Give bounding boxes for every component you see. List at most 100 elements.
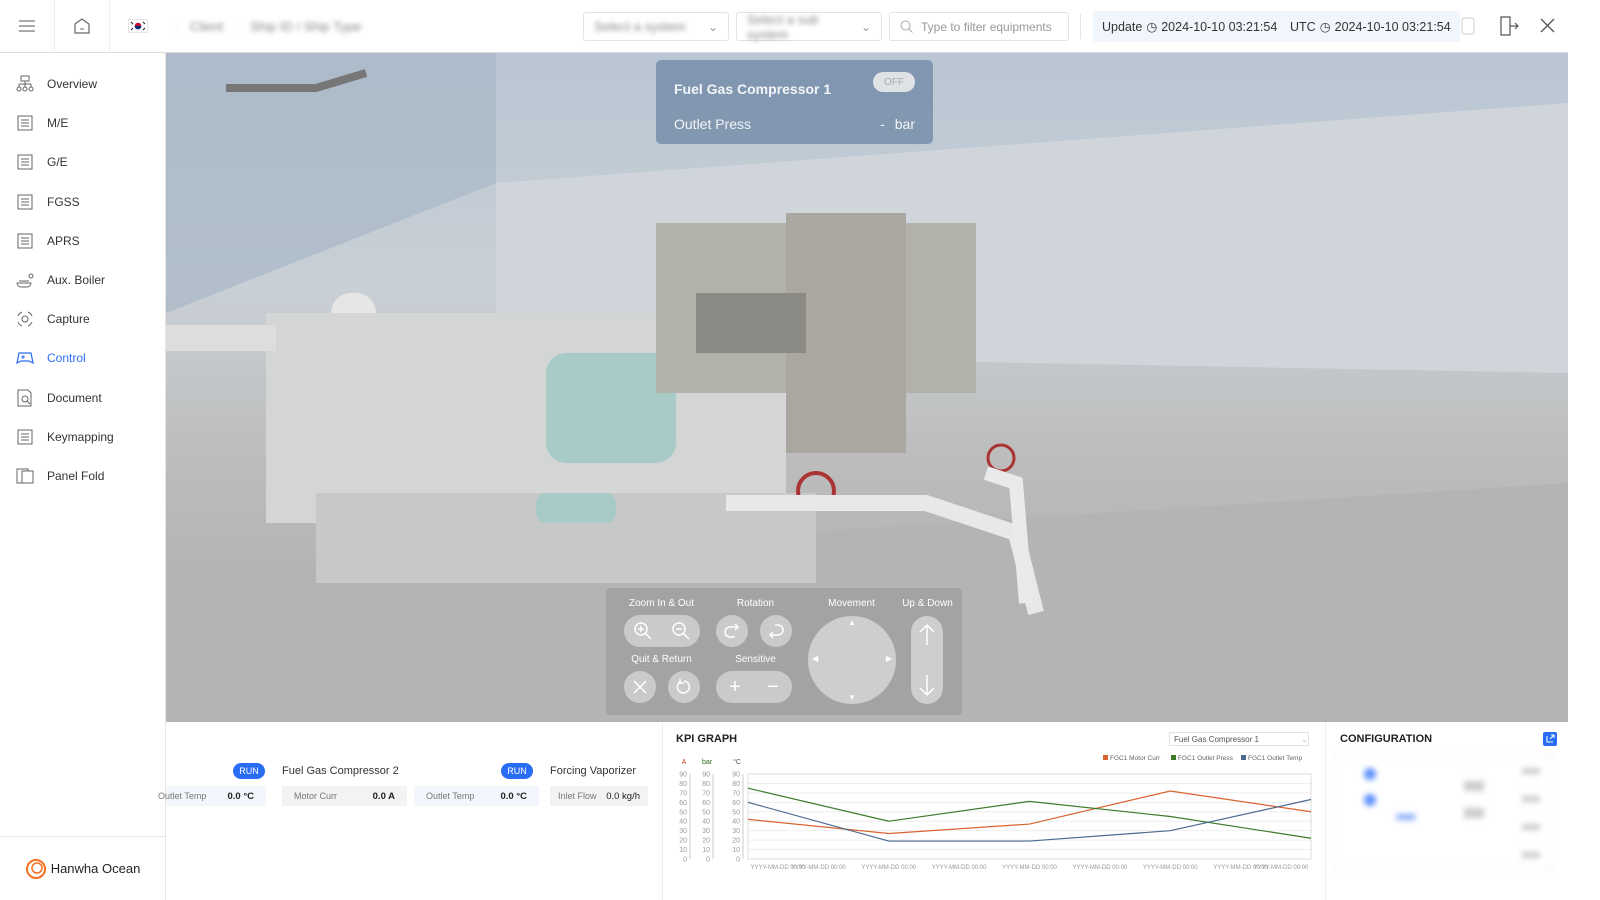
- sidebar-item-label: APRS: [47, 233, 80, 248]
- gamepad-icon: [16, 352, 34, 365]
- boiler-icon: [16, 273, 34, 288]
- param-value: 0.0 °C: [500, 790, 527, 802]
- sidebar-item-aprs[interactable]: APRS: [0, 226, 165, 256]
- close-icon[interactable]: [1540, 18, 1555, 33]
- y-tick-label: 10: [679, 847, 687, 854]
- sidebar-item-label: G/E: [47, 155, 68, 170]
- y-tick-label: 40: [702, 819, 710, 826]
- up-down-control[interactable]: [911, 616, 943, 704]
- home-button[interactable]: [55, 0, 110, 53]
- kpi-graph-title: KPI GRAPH: [676, 733, 738, 745]
- y-tick-label: 20: [732, 838, 740, 845]
- y-tick-label: 40: [679, 819, 687, 826]
- param-value: 0.0 A: [372, 790, 395, 802]
- y-tick-label: 70: [702, 790, 710, 797]
- return-button[interactable]: [668, 671, 700, 703]
- series-line-fgc1-outlet-temp: [747, 798, 1312, 842]
- clock-icon: ◷: [1146, 20, 1158, 34]
- utc-time: UTC ◷ 2024-10-10 03:21:54: [1281, 11, 1460, 42]
- arrow-down-icon[interactable]: [919, 674, 935, 696]
- legend-label[interactable]: FGC1 Outlet Temp: [1248, 755, 1302, 762]
- quit-button[interactable]: [624, 671, 656, 703]
- axis-unit-label: bar: [702, 759, 713, 766]
- y-tick-label: 30: [679, 828, 687, 835]
- 3d-viewport[interactable]: Fuel Gas Compressor 1 OFF Outlet Press -…: [166, 53, 1568, 722]
- rotation-label: Rotation: [736, 598, 775, 609]
- update-time-value: 2024-10-10 03:21:54: [1161, 19, 1278, 34]
- sidebar-item-label: Control: [47, 351, 86, 366]
- sidebar: Overview M/E G/E FGSS APRS Aux. Boiler Capture…: [0, 53, 166, 900]
- chevron-down-icon: ⌄: [1301, 734, 1308, 744]
- sidebar-item-document[interactable]: Document: [0, 383, 165, 413]
- zoom-label: Zoom In & Out: [628, 598, 695, 609]
- axis-unit-label: A: [682, 759, 687, 766]
- subsystem-select[interactable]: Select a sub system ⌄: [736, 12, 882, 42]
- y-tick-label: 70: [732, 790, 740, 797]
- zoom-in-icon[interactable]: [634, 622, 652, 640]
- y-tick-label: 10: [702, 847, 710, 854]
- legend-label[interactable]: FGC1 Motor Curr: [1110, 755, 1161, 762]
- sidebar-item-aux-boiler[interactable]: Aux. Boiler: [0, 265, 165, 295]
- sidebar-item-fgss[interactable]: FGSS: [0, 187, 165, 217]
- system-select-value: Select a system: [594, 19, 686, 34]
- y-tick-label: 70: [679, 790, 687, 797]
- equipment-filter-input[interactable]: Type to filter equipments: [889, 12, 1069, 41]
- sidebar-item-g-e[interactable]: G/E: [0, 147, 165, 177]
- legend-label[interactable]: FGC1 Outlet Press: [1178, 755, 1234, 762]
- equipment-name[interactable]: Fuel Gas Compressor 2: [282, 765, 399, 777]
- sensitivity-controls: + −: [716, 671, 792, 703]
- home-icon: [74, 18, 90, 34]
- utc-time-value: 2024-10-10 03:21:54: [1334, 19, 1451, 34]
- param-motor-curr: Motor Curr 0.0 A: [282, 786, 407, 806]
- system-select[interactable]: Select a system ⌄: [583, 12, 729, 41]
- param-label: Inlet Flow: [558, 791, 597, 801]
- zoom-out-icon[interactable]: [672, 622, 690, 640]
- sidebar-item-label: Capture: [47, 312, 90, 327]
- sidebar-item-overview[interactable]: Overview: [0, 69, 165, 99]
- movement-joystick[interactable]: ▲ ▼ ◀ ▶: [808, 616, 896, 704]
- language-flag-button[interactable]: [110, 19, 165, 33]
- y-tick-label: 20: [679, 838, 687, 845]
- hanwha-ocean-logo: Hanwha Ocean: [0, 836, 165, 900]
- refresh-icon[interactable]: [1461, 17, 1475, 35]
- sidebar-item-panel-fold[interactable]: Panel Fold: [0, 461, 165, 491]
- sidebar-item-keymapping[interactable]: Keymapping: [0, 422, 165, 452]
- arrow-up-icon[interactable]: [919, 624, 935, 646]
- rotate-left-button[interactable]: [760, 615, 792, 647]
- sidebar-item-control[interactable]: Control: [0, 343, 165, 373]
- status-toggle[interactable]: OFF: [873, 72, 915, 92]
- sidebar-item-capture[interactable]: Capture: [0, 304, 165, 334]
- open-external-button[interactable]: [1543, 732, 1557, 746]
- arrow-up-icon: ▲: [848, 618, 856, 627]
- document-search-icon: [17, 389, 32, 407]
- aprs-icon: [17, 233, 33, 249]
- configuration-diagram: [1333, 755, 1554, 869]
- reset-icon: [676, 679, 691, 694]
- legend-swatch: [1103, 755, 1108, 760]
- utc-label: UTC: [1290, 19, 1316, 34]
- kpi-select-value: Fuel Gas Compressor 1: [1174, 734, 1259, 744]
- sidebar-item-label: Overview: [47, 77, 98, 91]
- plus-icon[interactable]: +: [729, 676, 741, 699]
- y-tick-label: 30: [702, 828, 710, 835]
- y-tick-label: 0: [736, 857, 740, 864]
- y-tick-label: 60: [702, 800, 710, 807]
- y-tick-label: 40: [732, 819, 740, 826]
- sidebar-item-label: M/E: [47, 116, 69, 131]
- sidebar-item-label: Panel Fold: [47, 469, 105, 483]
- logout-icon[interactable]: [1499, 16, 1519, 36]
- minus-icon[interactable]: −: [767, 676, 779, 699]
- kpi-equipment-select[interactable]: Fuel Gas Compressor 1 ⌄: [1169, 732, 1309, 746]
- menu-button[interactable]: [0, 0, 55, 53]
- bottom-panel: RUN Outlet Temp 0.0 °C Fuel Gas Compresso…: [158, 722, 1568, 900]
- y-tick-label: 20: [702, 838, 710, 845]
- y-tick-label: 60: [679, 800, 687, 807]
- x-tick-label: YYYY-MM-DD 00:00: [1143, 865, 1198, 871]
- sidebar-item-m-e[interactable]: M/E: [0, 108, 165, 138]
- quit-label: Quit & Return: [631, 654, 692, 665]
- breadcrumb-client[interactable]: Client: [177, 18, 223, 34]
- equipment-name[interactable]: Forcing Vaporizer: [550, 765, 636, 777]
- rotate-right-button[interactable]: [716, 615, 748, 647]
- breadcrumb-ship[interactable]: Ship ID / Ship Type: [237, 18, 361, 34]
- search-icon: [900, 20, 913, 33]
